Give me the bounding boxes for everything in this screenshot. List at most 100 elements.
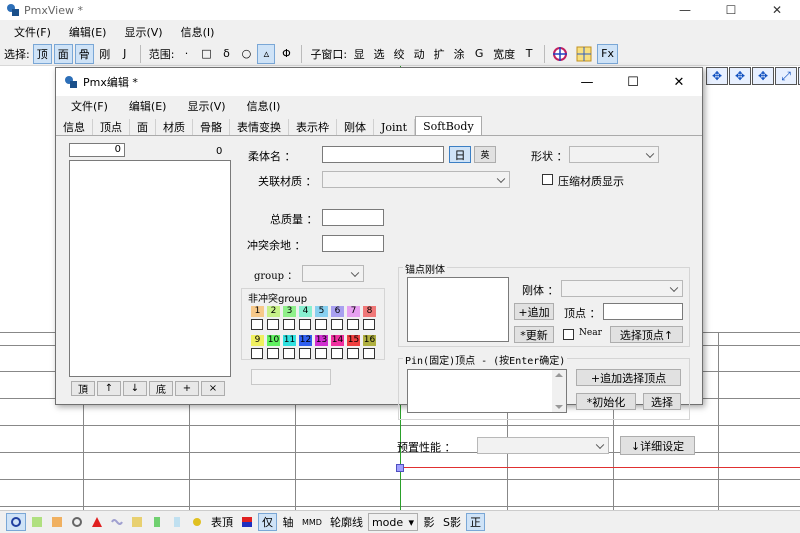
group-checkbox-10[interactable] [267,348,279,359]
tab-material[interactable]: 材质 [156,119,193,135]
group-checkbox-1[interactable] [251,319,263,330]
subwindow-g-button[interactable]: G [470,44,488,64]
range-point-button[interactable]: · [177,44,195,64]
tab-bone[interactable]: 骨骼 [193,119,230,135]
move-down-button[interactable]: ↓ [123,381,147,396]
select-face-button[interactable]: 面 [53,43,73,64]
group-checkbox-4[interactable] [299,319,311,330]
group-checkbox-2[interactable] [267,319,279,330]
group-checkbox-12[interactable] [299,348,311,359]
rigid-display-icon[interactable] [168,513,186,531]
select-bone-button[interactable]: 骨 [74,43,94,64]
subwindow-width-button[interactable]: 宽度 [490,44,518,64]
vertex-input[interactable] [603,303,683,320]
group-dropdown[interactable] [302,265,364,282]
range-phi-button[interactable]: Φ [277,44,295,64]
vertex-display-icon[interactable] [6,513,26,531]
group-checkbox-14[interactable] [331,348,343,359]
delete-item-button[interactable]: × [201,381,225,396]
self-shadow-button[interactable]: S影 [440,513,464,531]
subwindow-show-button[interactable]: 显 [350,44,368,64]
move-up-button[interactable]: ↑ [97,381,121,396]
close-button[interactable]: ✕ [754,0,800,20]
move-view-icon[interactable]: ✥ [752,67,774,85]
subwindow-select-button[interactable]: 选 [370,44,388,64]
detail-settings-button[interactable]: ↓详细设定 [620,436,695,455]
material-dropdown[interactable] [322,171,510,188]
tab-face[interactable]: 面 [130,119,156,135]
group-checkbox-6[interactable] [331,319,343,330]
pin-list-scrollbar[interactable] [552,370,566,412]
range-triangle-button[interactable]: ▵ [257,43,276,64]
index-field[interactable]: 0 [69,143,125,157]
tab-info[interactable]: 信息 [56,119,93,135]
mmd-button[interactable]: MMD [299,513,325,531]
triangle-display-icon[interactable] [88,513,106,531]
tab-vertex[interactable]: 顶点 [93,119,130,135]
subwindow-twist-button[interactable]: 绞 [390,44,408,64]
wave-display-icon[interactable] [108,513,126,531]
menu-file[interactable]: 文件(F) [14,24,51,40]
color-display-icon[interactable] [238,513,256,531]
range-delta-button[interactable]: δ [217,44,235,64]
add-anchor-button[interactable]: +追加 [514,303,554,320]
dialog-maximize-button[interactable]: ☐ [610,68,656,96]
axis-button[interactable]: 轴 [279,513,297,531]
crosshair-target-icon[interactable] [549,44,571,64]
initialize-button[interactable]: *初始化 [576,393,636,410]
ring-display-icon[interactable] [68,513,86,531]
select-vertex-button[interactable]: 顶 [32,43,52,64]
group-checkbox-13[interactable] [315,348,327,359]
dialog-menu-info[interactable]: 信息(I) [247,98,281,114]
rigid-dropdown[interactable] [561,280,683,297]
group-checkbox-16[interactable] [363,348,375,359]
zoom-view-icon[interactable]: ⤢ [775,67,797,85]
group-checkbox-7[interactable] [347,319,359,330]
select-joint-button[interactable]: J [116,44,134,64]
bone-display-icon[interactable] [148,513,166,531]
pin-select-button[interactable]: 选择 [643,393,681,410]
menu-edit[interactable]: 编辑(E) [69,24,107,40]
dialog-menu-file[interactable]: 文件(F) [71,98,108,114]
update-button[interactable]: *更新 [514,326,554,343]
anchor-list[interactable] [407,277,509,342]
subwindow-expand-button[interactable]: 扩 [430,44,448,64]
move-view-icon[interactable]: ✥ [729,67,751,85]
mode-dropdown[interactable]: mode ▾ [367,513,418,531]
dialog-menu-view[interactable]: 显示(V) [187,98,225,114]
shape-dropdown[interactable] [569,146,659,163]
dialog-minimize-button[interactable]: — [564,68,610,96]
add-selected-vertex-button[interactable]: +追加选择顶点 [576,369,681,386]
wire-display-icon[interactable] [28,513,46,531]
group-checkbox-11[interactable] [283,348,295,359]
move-bottom-button[interactable]: 底 [149,381,173,396]
menu-info[interactable]: 信息(I) [181,24,215,40]
name-input[interactable] [322,146,444,163]
preset-dropdown[interactable] [477,437,609,454]
near-checkbox[interactable] [563,329,574,340]
add-item-button[interactable]: + [175,381,199,396]
margin-input[interactable] [322,235,384,252]
select-vertex-up-button[interactable]: 选择顶点↑ [610,326,683,343]
move-top-button[interactable]: 頂 [71,381,95,396]
dialog-close-button[interactable]: ✕ [656,68,702,96]
range-circle-button[interactable]: ○ [237,44,255,64]
menu-view[interactable]: 显示(V) [124,24,162,40]
joint-display-icon[interactable] [188,513,206,531]
subwindow-move-button[interactable]: 动 [410,44,428,64]
mass-input[interactable] [322,209,384,226]
group-checkbox-9[interactable] [251,348,263,359]
tab-rigid-body[interactable]: 刚体 [337,119,374,135]
grid-window-icon[interactable] [573,44,595,64]
only-button[interactable]: 仅 [258,513,277,531]
subwindow-t-button[interactable]: T [520,44,538,64]
fill-display-icon[interactable] [128,513,146,531]
minimize-button[interactable]: — [662,0,708,20]
range-rect-button[interactable]: □ [197,44,215,64]
front-view-button[interactable]: 正 [465,513,485,531]
group-checkbox-15[interactable] [347,348,359,359]
tab-morph[interactable]: 表情变换 [230,119,289,135]
softbody-list[interactable] [69,160,231,377]
group-checkbox-8[interactable] [363,319,375,330]
maximize-button[interactable]: ☐ [708,0,754,20]
